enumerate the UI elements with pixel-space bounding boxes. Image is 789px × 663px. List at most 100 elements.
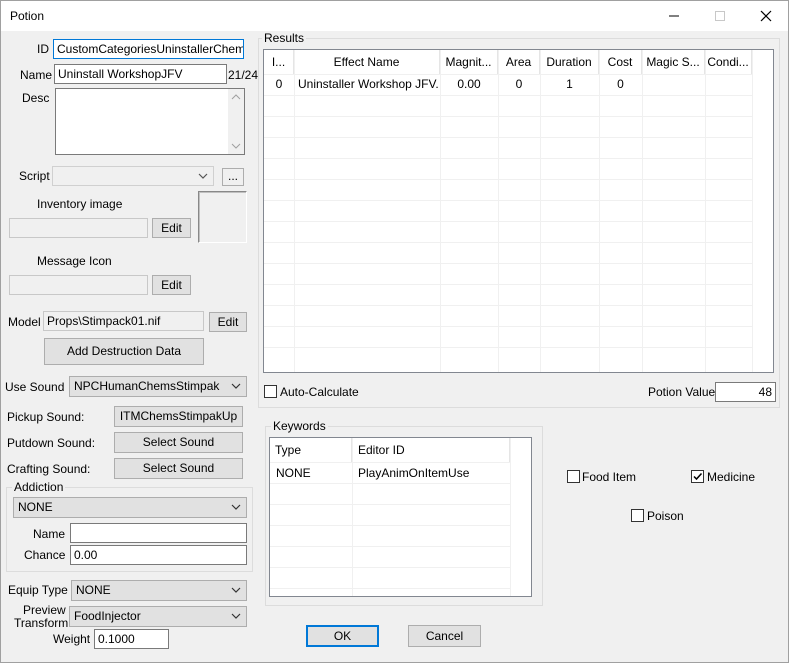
putdown-sound-button[interactable]: Select Sound xyxy=(114,432,243,453)
cancel-button[interactable]: Cancel xyxy=(408,625,481,647)
grid-line xyxy=(264,347,752,348)
transform-label: Transform xyxy=(14,616,69,630)
grid-line xyxy=(642,50,643,372)
results-col-header[interactable]: Magnit... xyxy=(440,50,498,74)
name-label: Name xyxy=(20,68,53,82)
close-icon xyxy=(760,10,772,22)
grid-line xyxy=(264,158,752,159)
grid-line xyxy=(264,137,752,138)
grid-line xyxy=(264,242,752,243)
putdown-sound-label: Putdown Sound: xyxy=(7,436,96,450)
results-col-header[interactable]: Duration xyxy=(540,50,599,74)
medicine-checkbox[interactable] xyxy=(691,470,704,483)
grid-line xyxy=(270,525,510,526)
grid-line xyxy=(440,50,441,372)
model-edit-button[interactable]: Edit xyxy=(209,312,247,332)
id-field[interactable]: CustomCategoriesUninstallerChemJFV xyxy=(53,39,244,59)
model-label: Model xyxy=(8,315,41,329)
keywords-col-header[interactable]: Editor ID xyxy=(352,438,510,462)
pickup-sound-label: Pickup Sound: xyxy=(7,410,85,424)
grid-line xyxy=(264,284,752,285)
grid-line xyxy=(264,200,752,201)
script-label: Script xyxy=(19,169,50,183)
grid-line xyxy=(270,546,510,547)
crafting-sound-label: Crafting Sound: xyxy=(7,462,91,476)
auto-calculate-checkbox[interactable] xyxy=(264,385,277,398)
grid-line xyxy=(510,438,511,596)
auto-calculate-label: Auto-Calculate xyxy=(280,385,359,399)
name-char-count: 21/24 xyxy=(228,68,259,82)
grid-line xyxy=(705,50,706,372)
chance-field[interactable]: 0.00 xyxy=(70,545,247,565)
grid-line xyxy=(599,50,600,372)
use-sound-value: NPCHumanChemsStimpak xyxy=(74,379,220,393)
chevron-down-icon xyxy=(231,504,241,510)
inventory-image-edit-button[interactable]: Edit xyxy=(152,218,191,238)
desc-scrollbar[interactable] xyxy=(228,89,244,154)
weight-field[interactable]: 0.1000 xyxy=(94,629,169,649)
model-field: Props\Stimpack01.nif xyxy=(43,311,204,331)
desc-textarea[interactable] xyxy=(55,88,245,155)
results-col-header[interactable]: Effect Name xyxy=(294,50,440,74)
results-cell: 0.00 xyxy=(457,77,481,91)
poison-checkbox[interactable] xyxy=(631,509,644,522)
message-icon-label: Message Icon xyxy=(37,254,112,268)
use-sound-dropdown[interactable]: NPCHumanChemsStimpak xyxy=(69,376,247,397)
scroll-up-icon xyxy=(231,94,241,100)
ok-button[interactable]: OK xyxy=(306,625,379,647)
results-col-header[interactable]: Condi... xyxy=(705,50,752,74)
food-item-checkbox[interactable] xyxy=(567,470,580,483)
grid-line xyxy=(270,567,510,568)
results-table[interactable]: I... Effect Name Magnit... Area Duration… xyxy=(263,49,774,373)
inventory-image-preview xyxy=(198,191,247,243)
results-label: Results xyxy=(262,31,307,45)
crafting-sound-button[interactable]: Select Sound xyxy=(114,458,243,479)
minimize-button[interactable] xyxy=(651,1,697,31)
keywords-cell: NONE xyxy=(276,466,311,480)
results-col-header[interactable]: Cost xyxy=(599,50,642,74)
grid-line xyxy=(264,95,752,96)
addiction-name-label: Name xyxy=(33,527,66,541)
grid-line xyxy=(270,588,510,589)
pickup-sound-button[interactable]: ITMChemsStimpakUp xyxy=(114,406,243,427)
inventory-image-label: Inventory image xyxy=(37,197,123,211)
use-sound-label: Use Sound xyxy=(5,380,65,394)
keywords-table[interactable]: Type Editor ID NONE PlayAnimOnItemUse xyxy=(269,437,532,597)
chevron-down-icon xyxy=(231,613,241,619)
poison-label: Poison xyxy=(647,509,684,523)
potion-value-label: Potion Value xyxy=(648,385,716,399)
script-browse-button[interactable]: ... xyxy=(222,168,244,186)
inventory-image-field xyxy=(9,218,148,238)
keywords-col-header[interactable]: Type xyxy=(270,438,352,462)
addiction-name-field[interactable] xyxy=(70,523,247,543)
add-destruction-data-button[interactable]: Add Destruction Data xyxy=(44,338,204,365)
scroll-down-icon xyxy=(231,143,241,149)
grid-line xyxy=(294,50,295,372)
results-col-header[interactable]: Magic S... xyxy=(642,50,705,74)
results-col-header[interactable]: I... xyxy=(264,50,294,74)
message-icon-field xyxy=(9,275,148,295)
name-field[interactable]: Uninstall WorkshopJFV xyxy=(54,64,227,84)
preview-transform-dropdown[interactable]: FoodInjector xyxy=(69,606,247,627)
results-cell: 0 xyxy=(275,77,283,91)
results-cell: 0 xyxy=(617,77,624,91)
potion-value-field[interactable]: 48 xyxy=(715,382,776,402)
chevron-down-icon xyxy=(198,173,208,179)
chevron-down-icon xyxy=(231,383,241,389)
id-label: ID xyxy=(37,42,49,56)
addiction-dropdown[interactable]: NONE xyxy=(13,497,247,518)
message-icon-edit-button[interactable]: Edit xyxy=(152,275,191,295)
preview-label: Preview xyxy=(23,603,66,617)
results-col-header[interactable]: Area xyxy=(498,50,540,74)
minimize-icon xyxy=(669,15,679,17)
script-dropdown[interactable] xyxy=(52,166,214,186)
keywords-label: Keywords xyxy=(271,419,328,433)
desc-label: Desc xyxy=(22,91,50,105)
weight-label: Weight xyxy=(53,632,91,646)
chance-label: Chance xyxy=(24,548,66,562)
equip-type-dropdown[interactable]: NONE xyxy=(71,580,247,601)
close-button[interactable] xyxy=(743,1,789,31)
grid-line xyxy=(264,305,752,306)
medicine-label: Medicine xyxy=(707,470,756,484)
equip-type-value: NONE xyxy=(76,583,111,597)
